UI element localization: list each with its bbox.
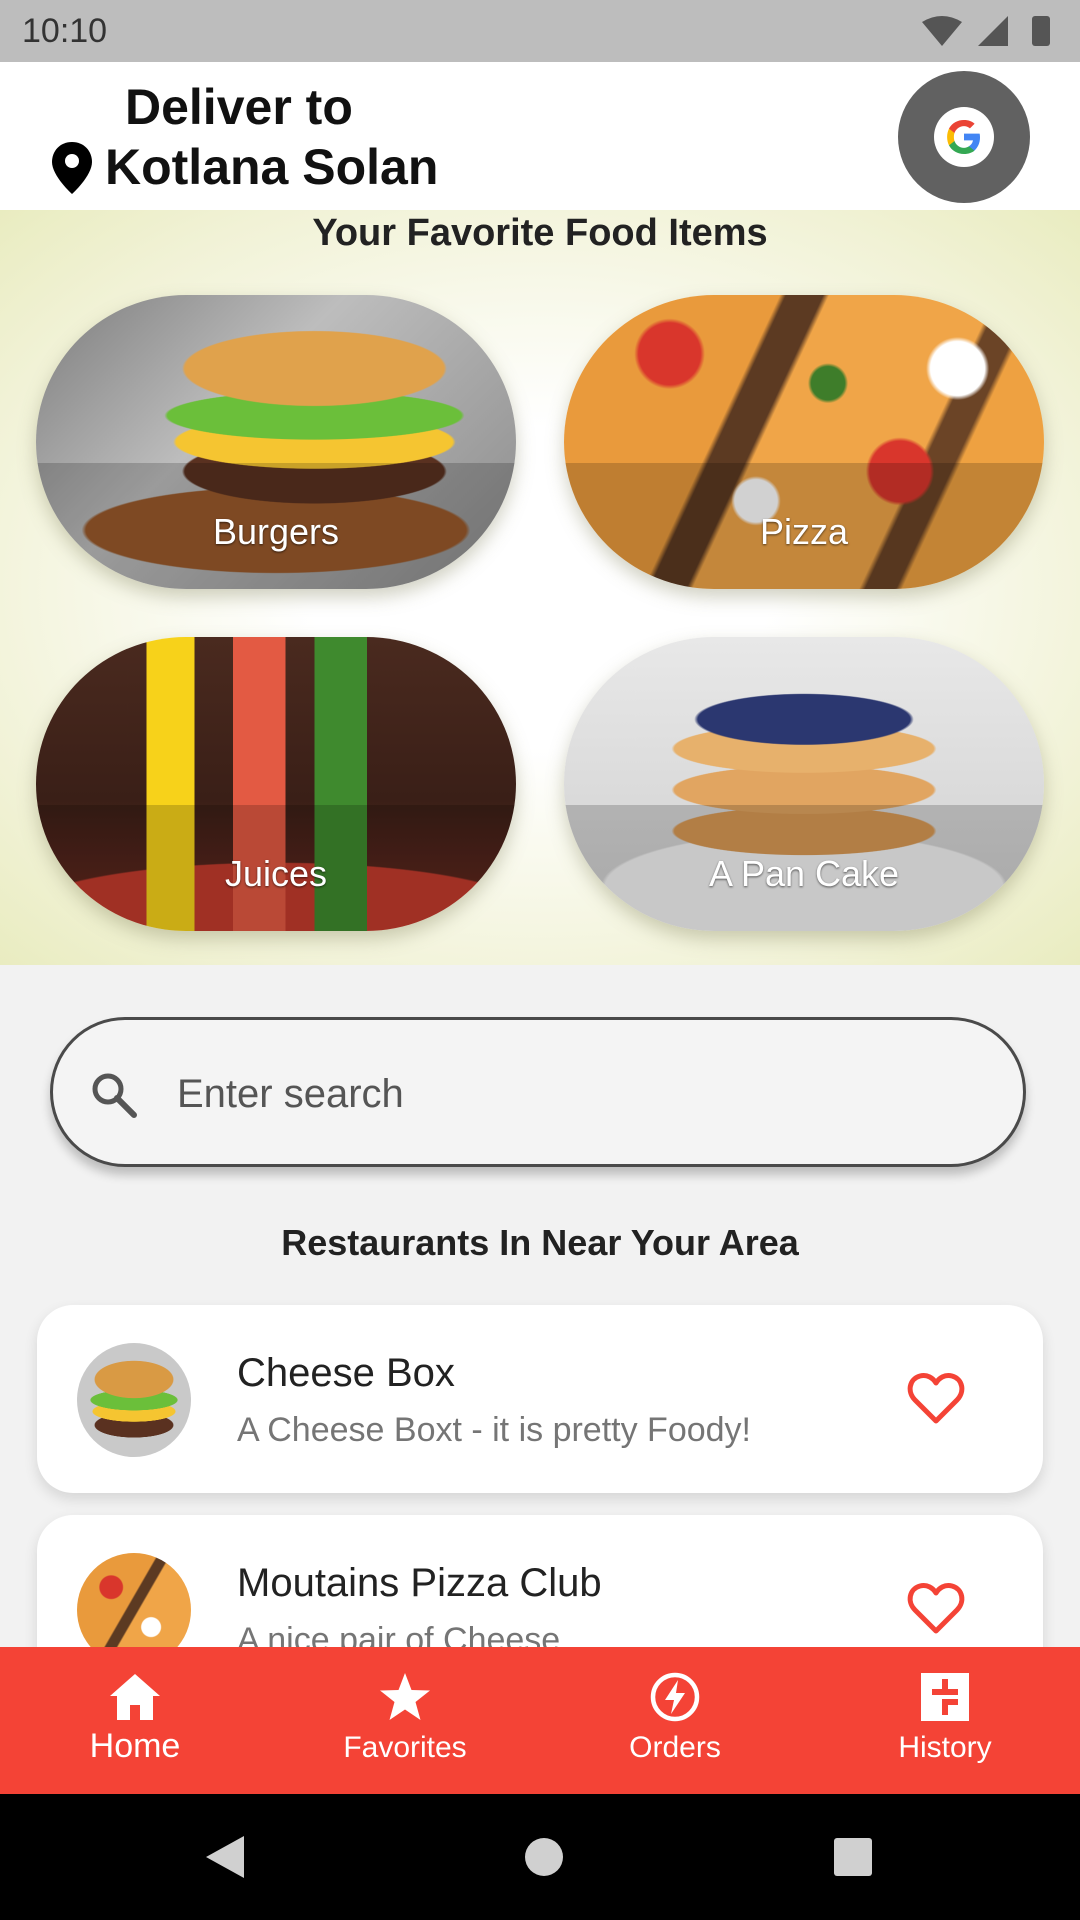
food-card-juices[interactable]: Juices (36, 637, 516, 931)
location-pin-icon (52, 142, 92, 194)
favorite-heart-icon[interactable] (907, 1371, 965, 1425)
search-input[interactable] (175, 1055, 959, 1133)
wifi-icon (922, 16, 962, 46)
restaurant-avatar (77, 1343, 191, 1457)
back-icon[interactable] (200, 1832, 250, 1882)
restaurant-avatar (77, 1553, 191, 1647)
bottom-navigation: Home Favorites Orders History (0, 1647, 1080, 1794)
battery-icon (1032, 16, 1050, 46)
signal-icon (978, 16, 1008, 46)
status-time: 10:10 (22, 12, 108, 50)
status-bar: 10:10 (0, 0, 1080, 62)
nav-label: History (898, 1731, 992, 1764)
recents-icon[interactable] (828, 1832, 878, 1882)
restaurant-name: Moutains Pizza Club (237, 1561, 602, 1605)
search-bar[interactable] (50, 1017, 1026, 1167)
search-icon (92, 1073, 137, 1118)
google-icon (934, 107, 994, 167)
delivery-location[interactable]: Kotlana Solan (105, 138, 438, 196)
account-button[interactable] (898, 71, 1030, 203)
nav-item-home[interactable]: Home (0, 1647, 270, 1794)
favorite-heart-icon[interactable] (907, 1581, 965, 1635)
star-icon (380, 1673, 430, 1720)
restaurant-name: Cheese Box (237, 1351, 455, 1395)
system-navigation-bar (0, 1794, 1080, 1920)
food-label: Burgers (212, 511, 340, 552)
food-card-pancake[interactable]: A Pan Cake (564, 637, 1044, 931)
home-icon (110, 1674, 160, 1720)
nav-label: Favorites (343, 1731, 467, 1764)
status-icons (922, 16, 1050, 46)
food-label: Pizza (759, 511, 849, 552)
nav-label: Orders (629, 1731, 721, 1764)
favorite-food-title: Your Favorite Food Items (312, 212, 768, 254)
nav-item-history[interactable]: History (810, 1647, 1080, 1794)
restaurant-list[interactable]: Cheese Box A Cheese Boxt - it is pretty … (0, 1300, 1080, 1647)
nav-label: Home (89, 1727, 181, 1765)
app-header: Deliver to Kotlana Solan (0, 62, 1080, 210)
restaurant-description: A nice pair of Cheese (237, 1621, 561, 1647)
nav-item-orders[interactable]: Orders (540, 1647, 810, 1794)
restaurant-card[interactable]: Moutains Pizza Club A nice pair of Chees… (37, 1515, 1043, 1647)
restaurants-title: Restaurants In Near Your Area (281, 1222, 799, 1263)
favorite-food-section: Your Favorite Food Items Burgers Pizza J… (0, 210, 1080, 965)
food-label: A Pan Cake (708, 853, 900, 894)
restaurant-card[interactable]: Cheese Box A Cheese Boxt - it is pretty … (37, 1305, 1043, 1493)
food-card-burgers[interactable]: Burgers (36, 295, 516, 589)
food-label: Juices (224, 853, 328, 894)
deliver-to-label: Deliver to (125, 79, 353, 135)
history-icon (921, 1673, 969, 1721)
food-card-pizza[interactable]: Pizza (564, 295, 1044, 589)
lightning-icon (650, 1672, 700, 1722)
nav-item-favorites[interactable]: Favorites (270, 1647, 540, 1794)
home-circle-icon[interactable] (519, 1832, 569, 1882)
restaurant-description: A Cheese Boxt - it is pretty Foody! (237, 1411, 752, 1449)
